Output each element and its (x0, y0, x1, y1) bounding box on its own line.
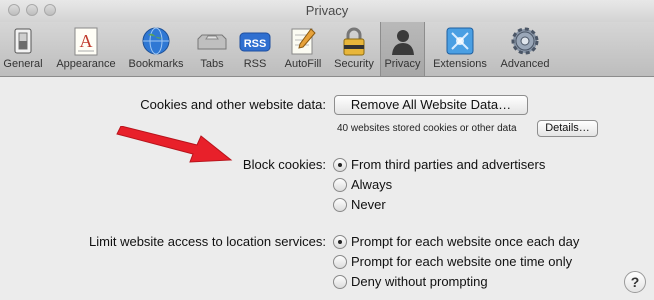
extensions-puzzle-icon (446, 27, 474, 55)
tab-label: General (3, 58, 43, 70)
tab-label: Tabs (200, 58, 224, 70)
window-title: Privacy (305, 3, 349, 18)
tab-privacy[interactable]: Privacy (380, 22, 425, 76)
preferences-window: Privacy General A Appearance Bookmarks T… (0, 0, 654, 300)
bookmarks-globe-icon (142, 27, 170, 55)
tab-label: Advanced (500, 58, 550, 70)
radio-label: Prompt for each website one time only (351, 254, 573, 269)
tab-label: Extensions (433, 58, 487, 70)
tab-label: AutoFill (284, 58, 322, 70)
radio-button[interactable] (333, 178, 347, 192)
cookies-label: Cookies and other website data: (140, 97, 326, 112)
radio-button[interactable] (333, 198, 347, 212)
radio-label: Deny without prompting (351, 274, 488, 289)
location-services-label: Limit website access to location service… (89, 234, 326, 249)
radio-button[interactable] (333, 275, 347, 289)
svg-text:A: A (80, 31, 93, 51)
radio-button[interactable] (333, 158, 347, 172)
cookies-count-note: 40 websites stored cookies or other data (337, 123, 517, 134)
tab-autofill[interactable]: AutoFill (279, 22, 327, 76)
autofill-pen-icon (291, 28, 316, 55)
tab-advanced[interactable]: Advanced (496, 22, 554, 76)
advanced-gear-icon (511, 27, 539, 55)
rss-icon-text: RSS (244, 38, 267, 50)
tab-extensions[interactable]: Extensions (428, 22, 492, 76)
security-lock-icon (343, 27, 365, 56)
radio-label: Never (351, 197, 386, 212)
preferences-toolbar: General A Appearance Bookmarks Tabs RSS … (0, 22, 654, 77)
tabs-icon (197, 34, 227, 50)
tab-label: Appearance (56, 58, 116, 70)
radio-button[interactable] (333, 235, 347, 249)
title-bar: Privacy (0, 0, 654, 22)
rss-icon: RSS (239, 32, 271, 52)
block-cookies-label: Block cookies: (242, 157, 326, 172)
privacy-pane: Cookies and other website data: Remove A… (0, 77, 654, 300)
radio-label: Prompt for each website once each day (351, 234, 580, 249)
tab-rss[interactable]: RSS RSS (236, 22, 274, 76)
tab-general[interactable]: General (0, 22, 46, 76)
red-arrow-annotation (116, 126, 233, 163)
radio-button[interactable] (333, 255, 347, 269)
privacy-person-icon (391, 30, 414, 55)
details-button[interactable]: Details… (537, 120, 598, 137)
general-switch-icon (14, 28, 32, 54)
radio-label: From third parties and advertisers (351, 157, 546, 172)
tab-security[interactable]: Security (330, 22, 378, 76)
remove-all-website-data-button[interactable]: Remove All Website Data… (334, 95, 528, 115)
tab-label: Privacy (384, 58, 421, 70)
tab-label: RSS (243, 58, 267, 70)
tab-label: Bookmarks (128, 58, 184, 70)
tab-tabs[interactable]: Tabs (193, 22, 231, 76)
help-button[interactable]: ? (624, 271, 646, 293)
radio-label: Always (351, 177, 393, 192)
tab-appearance[interactable]: A Appearance (52, 22, 120, 76)
tab-label: Security (334, 58, 374, 70)
tab-bookmarks[interactable]: Bookmarks (124, 22, 188, 76)
appearance-font-icon: A (74, 27, 98, 56)
